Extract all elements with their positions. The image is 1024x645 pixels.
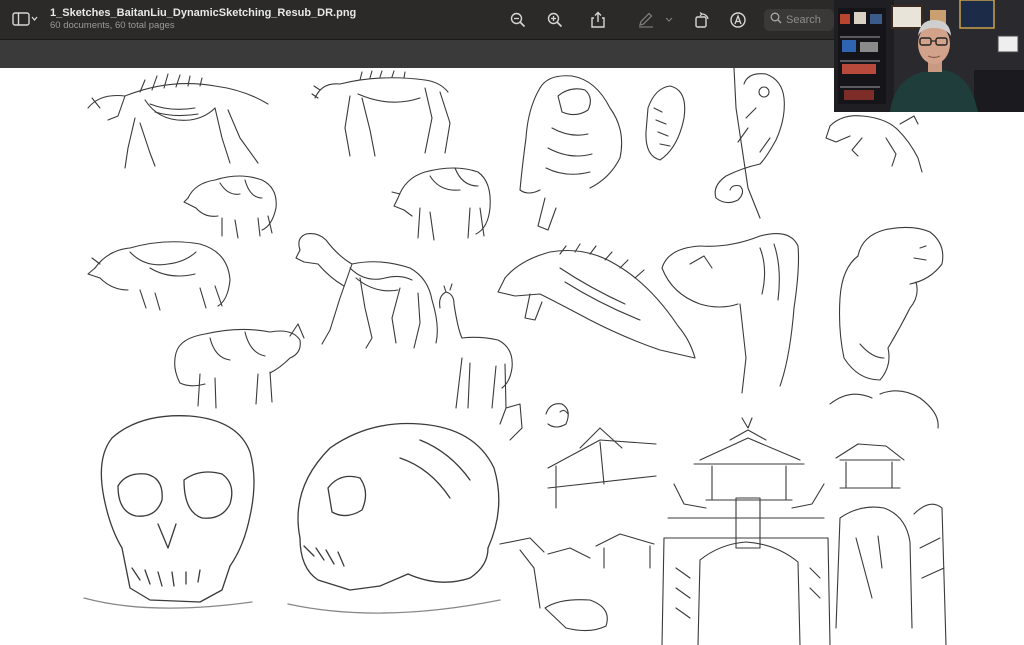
manatee-sketch bbox=[838, 226, 944, 381]
horse-anatomy-sketch bbox=[295, 233, 438, 349]
whale-sketch bbox=[661, 233, 800, 394]
toolbar-shadow-band bbox=[0, 40, 834, 68]
garden-pavilion-sketch bbox=[829, 390, 947, 645]
standing-rhino-sketch bbox=[87, 241, 231, 311]
markup-dropdown-button[interactable] bbox=[662, 10, 676, 30]
small-rhino-sketch bbox=[183, 175, 277, 239]
chameleon-sketch bbox=[714, 68, 785, 219]
indian-rhino-sketch bbox=[174, 323, 305, 409]
document-canvas[interactable] bbox=[0, 68, 1024, 645]
side-skull-sketch bbox=[287, 422, 501, 614]
document-title-block: 1_Sketches_BaitanLiu_DynamicSketching_Re… bbox=[50, 6, 470, 32]
markup-pen-button[interactable] bbox=[636, 10, 656, 30]
document-title: 1_Sketches_BaitanLiu_DynamicSketching_Re… bbox=[50, 7, 357, 19]
search-icon bbox=[770, 11, 782, 29]
llama-sketch bbox=[439, 283, 513, 409]
warthog-sketch bbox=[391, 167, 491, 241]
zoom-in-icon bbox=[547, 12, 563, 28]
webcam-video-overlay[interactable] bbox=[834, 0, 1024, 112]
architecture-detail-sketches bbox=[499, 403, 657, 632]
frog-sketch bbox=[825, 115, 923, 173]
front-skull-sketch bbox=[83, 415, 255, 609]
share-icon bbox=[590, 11, 606, 29]
tortoise-sketch bbox=[519, 75, 623, 231]
document-subtitle: 60 documents, 60 total pages bbox=[50, 20, 175, 31]
presenter-video-image bbox=[834, 0, 1024, 112]
rotate-icon bbox=[693, 11, 711, 29]
sidebar-toggle-icon bbox=[12, 12, 38, 26]
annotate-icon bbox=[729, 11, 747, 29]
search-box[interactable] bbox=[764, 9, 834, 31]
rhino-skeleton-sketch bbox=[87, 73, 269, 169]
chevron-down-icon bbox=[664, 16, 674, 24]
rotate-button[interactable] bbox=[692, 10, 712, 30]
boar-skeleton-sketch bbox=[311, 70, 451, 157]
zoom-out-button[interactable] bbox=[508, 10, 528, 30]
scale-texture-sketch bbox=[645, 85, 686, 161]
sidebar-toggle-button[interactable] bbox=[12, 11, 38, 27]
annotate-button[interactable] bbox=[728, 10, 748, 30]
sketch-sheet-image bbox=[83, 68, 947, 645]
share-button[interactable] bbox=[588, 10, 608, 30]
markup-pen-icon bbox=[637, 12, 655, 28]
zoom-in-button[interactable] bbox=[545, 10, 565, 30]
pagoda-gate-sketch bbox=[661, 417, 831, 645]
search-input[interactable] bbox=[786, 14, 832, 26]
zoom-out-icon bbox=[510, 12, 526, 28]
